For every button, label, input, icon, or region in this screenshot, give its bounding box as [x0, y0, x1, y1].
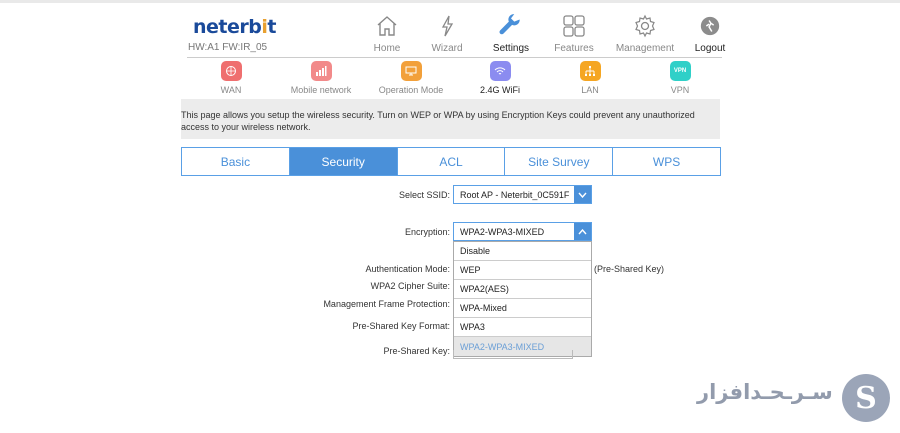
top-border	[0, 0, 900, 3]
encryption-dropdown: Disable WEP WPA2(AES) WPA-Mixed WPA3 WPA…	[453, 241, 592, 357]
auth-mode-suffix: (Pre-Shared Key)	[594, 264, 665, 274]
encryption-value: WPA2-WPA3-MIXED	[460, 226, 545, 237]
tab-security[interactable]: Security	[289, 148, 398, 175]
psk-label: Pre-Shared Key:	[383, 346, 450, 356]
auth-mode-label: Authentication Mode:	[365, 264, 450, 274]
chevron-down-icon	[574, 186, 591, 203]
wifi-icon	[489, 61, 511, 81]
encryption-option[interactable]: WPA2(AES)	[454, 280, 591, 299]
watermark-text: سـرـحـدافزار	[697, 380, 833, 404]
tab-basic[interactable]: Basic	[182, 148, 290, 175]
tab-wps[interactable]: WPS	[613, 148, 720, 175]
lan-icon	[579, 61, 601, 81]
encryption-option[interactable]: Disable	[454, 242, 591, 261]
nav-divider	[187, 57, 722, 58]
logout-icon	[675, 12, 745, 40]
subnav-mobile-network[interactable]: Mobile network	[276, 61, 366, 95]
nav-logout[interactable]: Logout	[675, 12, 745, 54]
subnav-operation-mode[interactable]: Operation Mode	[366, 61, 456, 95]
ssid-value: Root AP - Neterbit_0C591F	[460, 189, 570, 200]
nav-features[interactable]: Features	[539, 12, 609, 54]
encryption-select[interactable]: WPA2-WPA3-MIXED	[453, 222, 592, 241]
chevron-up-icon	[574, 223, 591, 240]
subnav-24g-wifi[interactable]: 2.4G WiFi	[455, 61, 545, 95]
security-tabs: Basic Security ACL Site Survey WPS	[181, 147, 721, 176]
hardware-firmware-info: HW:A1 FW:IR_05	[188, 42, 268, 53]
page-description: This page allows you setup the wireless …	[181, 99, 720, 139]
nav-management[interactable]: Management	[610, 12, 680, 54]
ssid-label: Select SSID:	[398, 190, 450, 200]
cipher-suite-label: WPA2 Cipher Suite:	[370, 281, 450, 291]
brand-logo: neterbit	[193, 16, 276, 38]
subnav-wan[interactable]: WAN	[186, 61, 276, 95]
subnav-lan[interactable]: LAN	[545, 61, 635, 95]
tab-acl[interactable]: ACL	[398, 148, 506, 175]
tab-site-survey[interactable]: Site Survey	[505, 148, 614, 175]
signal-bars-icon	[310, 61, 332, 81]
wizard-icon	[412, 12, 482, 40]
psk-format-label: Pre-Shared Key Format:	[352, 321, 450, 331]
vpn-icon: VPN	[669, 61, 691, 81]
ssid-select[interactable]: Root AP - Neterbit_0C591F	[453, 185, 592, 204]
psk-input[interactable]	[453, 350, 573, 359]
watermark-logo: S	[842, 374, 890, 422]
wan-icon	[220, 61, 242, 81]
subnav-vpn[interactable]: VPN VPN	[635, 61, 725, 95]
encryption-option[interactable]: WPA-Mixed	[454, 299, 591, 318]
mfp-label: Management Frame Protection:	[323, 299, 450, 309]
nav-wizard[interactable]: Wizard	[412, 12, 482, 54]
features-icon	[539, 12, 609, 40]
encryption-option[interactable]: WPA3	[454, 318, 591, 337]
gear-icon	[610, 12, 680, 40]
encryption-label: Encryption:	[404, 227, 450, 237]
monitor-icon	[400, 61, 422, 81]
nav-settings[interactable]: Settings	[476, 12, 546, 54]
encryption-option[interactable]: WEP	[454, 261, 591, 280]
settings-icon	[476, 12, 546, 40]
